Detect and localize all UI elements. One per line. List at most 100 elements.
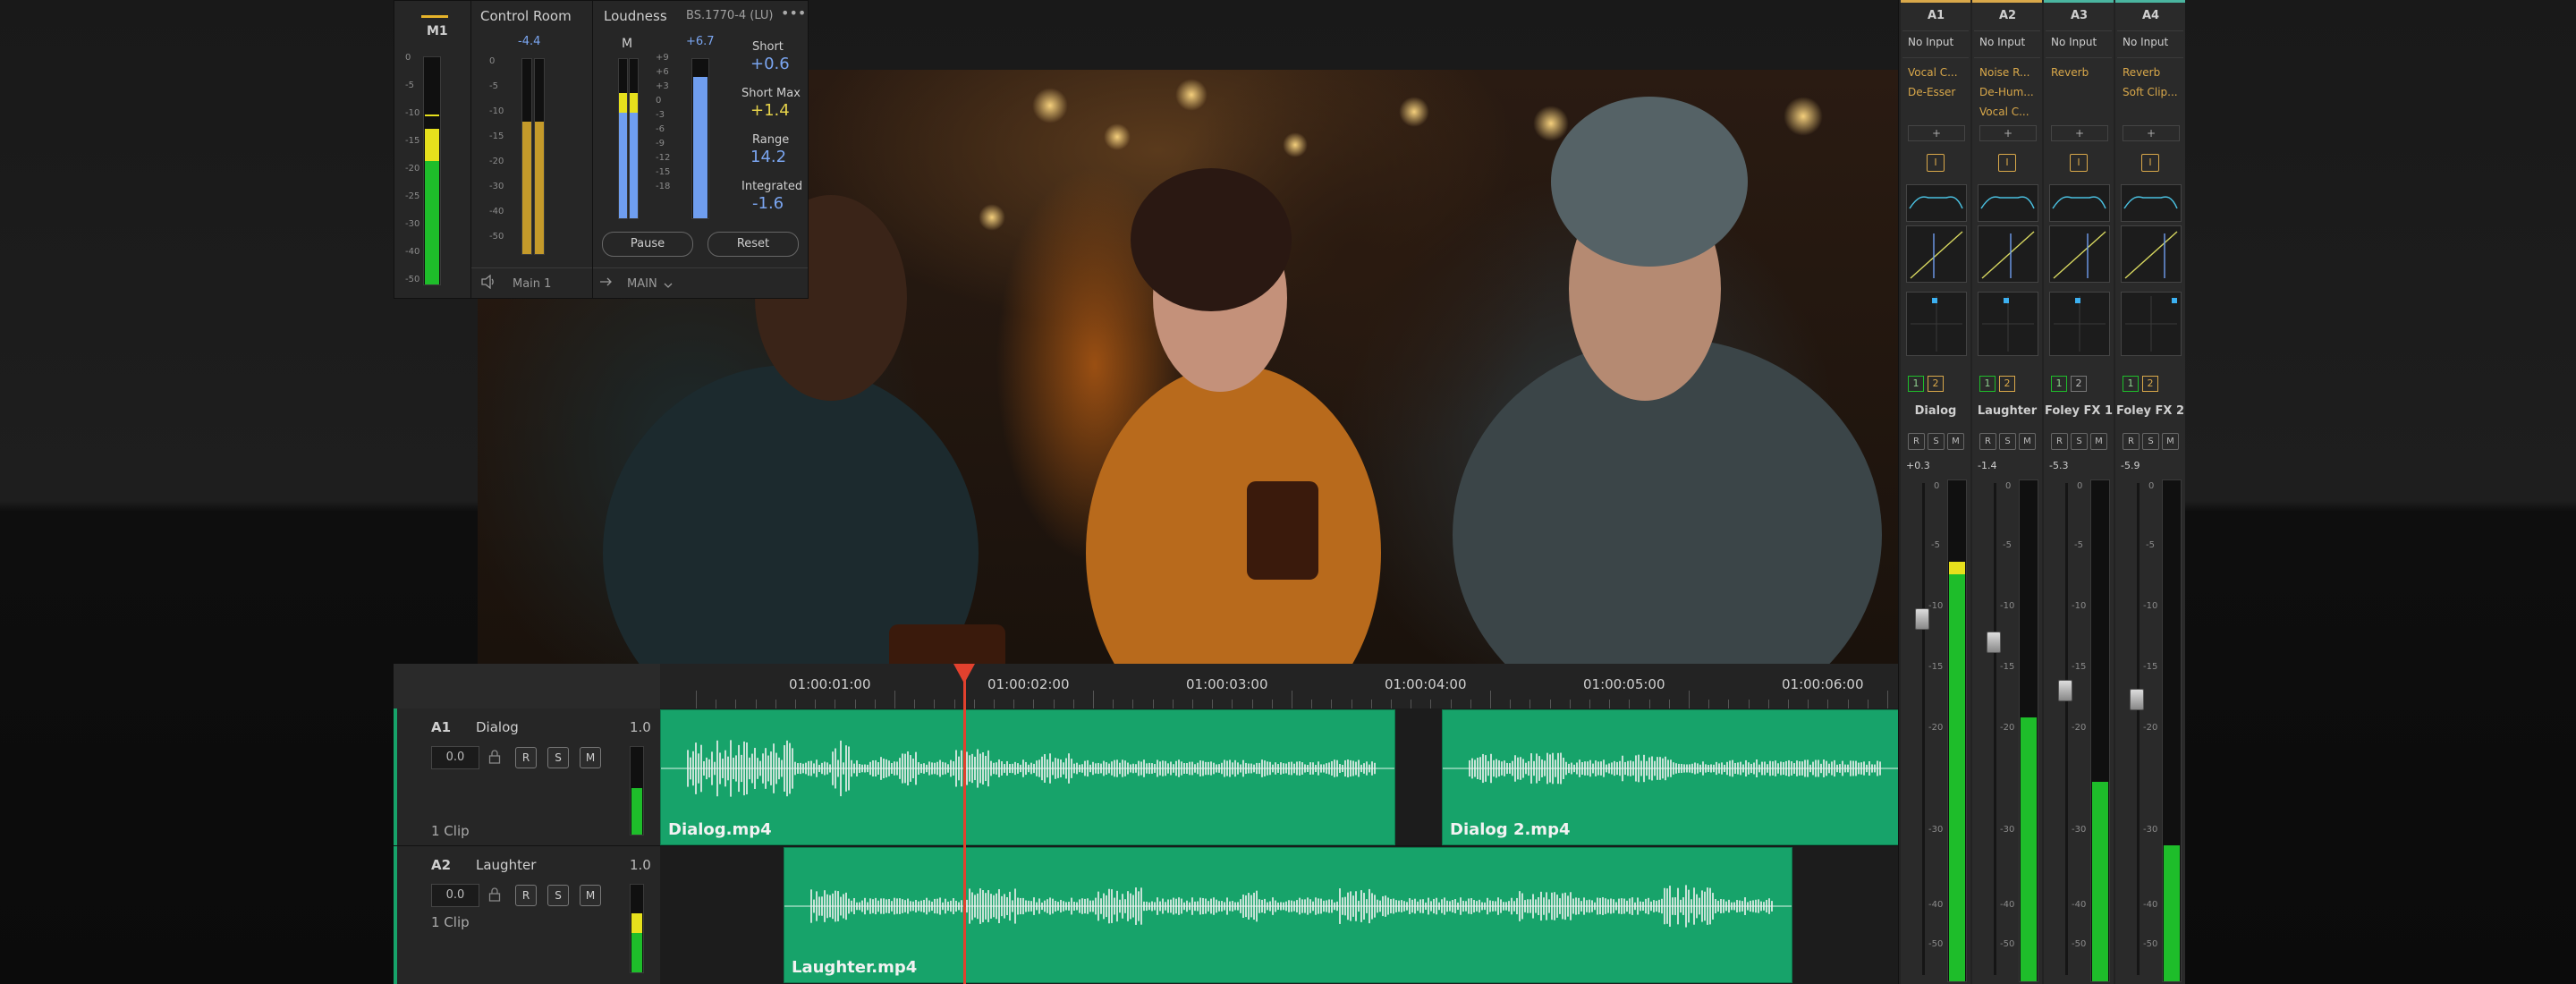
effect-slot[interactable]: Reverb (2123, 66, 2160, 79)
audio-clip-dialog[interactable]: Dialog.mp4 (660, 709, 1395, 845)
track-name[interactable]: Dialog (476, 719, 519, 735)
solo-button[interactable]: S (547, 747, 569, 768)
bus-1-button[interactable]: 1 (2051, 376, 2067, 392)
solo-button[interactable]: S (2142, 433, 2159, 450)
playhead-handle[interactable] (953, 664, 975, 683)
lock-icon[interactable] (488, 887, 501, 902)
fader-track[interactable] (2065, 483, 2068, 975)
eq-thumbnail[interactable] (1978, 184, 2038, 222)
bus-2-button[interactable]: 2 (1928, 376, 1944, 392)
bus-1-button[interactable]: 1 (2123, 376, 2139, 392)
loudness-standard[interactable]: BS.1770-4 (LU) (686, 9, 774, 22)
output-label[interactable]: Main 1 (513, 277, 551, 291)
pan-thumbnail[interactable] (1978, 292, 2038, 356)
solo-button[interactable]: S (2071, 433, 2088, 450)
fader-scale-label: 0 (2005, 481, 2012, 491)
add-effect-button[interactable]: + (2051, 125, 2108, 141)
route-label[interactable]: MAIN (627, 277, 657, 291)
strip-name[interactable]: Dialog (1901, 404, 1970, 418)
meter-scale-label: -5 (405, 81, 414, 90)
dynamics-thumbnail[interactable] (2121, 225, 2182, 283)
effect-slot[interactable]: Noise R... (1979, 66, 2029, 79)
bus-2-button[interactable]: 2 (2142, 376, 2158, 392)
record-arm-button[interactable]: R (2123, 433, 2140, 450)
track-volume[interactable]: 1.0 (630, 719, 651, 735)
fader-scale-label: 0 (2148, 481, 2155, 491)
effect-slot[interactable]: Vocal C... (1979, 106, 2029, 118)
fader-handle[interactable] (1987, 632, 2001, 653)
dynamics-thumbnail[interactable] (1906, 225, 1967, 283)
audio-clip-dialog-2[interactable]: Dialog 2.mp4 (1442, 709, 1899, 845)
track-header-a2[interactable]: A2 Laughter 1.0 0.0 R S M 1 Clip (394, 846, 661, 984)
ruler-tick (994, 700, 995, 708)
track-header-a1[interactable]: A1 Dialog 1.0 0.0 R S M 1 Clip (394, 708, 661, 846)
strip-name[interactable]: Foley FX 1 (2044, 404, 2114, 418)
record-arm-button[interactable]: R (1979, 433, 1996, 450)
mute-button[interactable]: M (580, 885, 601, 906)
mute-button[interactable]: M (2019, 433, 2036, 450)
add-effect-button[interactable]: + (2123, 125, 2180, 141)
reset-button[interactable]: Reset (708, 232, 799, 257)
effect-slot[interactable]: De-Hum... (1979, 86, 2034, 98)
strip-meter (2162, 479, 2182, 982)
fader-track[interactable] (2137, 483, 2140, 975)
add-effect-button[interactable]: + (1979, 125, 2037, 141)
bus-1-button[interactable]: 1 (1979, 376, 1996, 392)
fader-track[interactable] (1994, 483, 1996, 975)
insert-button[interactable]: I (2070, 154, 2088, 172)
record-arm-button[interactable]: R (515, 747, 537, 768)
solo-button[interactable]: S (1999, 433, 2016, 450)
mute-button[interactable]: M (580, 747, 601, 768)
playhead[interactable] (963, 664, 966, 984)
track-volume[interactable]: 1.0 (630, 857, 651, 873)
mute-button[interactable]: M (1947, 433, 1964, 450)
track-gain-field[interactable]: 0.0 (431, 746, 479, 769)
more-options-icon[interactable]: ••• (781, 4, 806, 21)
record-arm-button[interactable]: R (2051, 433, 2068, 450)
timecode-ruler[interactable]: 01:00:01:00 01:00:02:00 01:00:03:00 01:0… (660, 664, 1909, 709)
fader-track[interactable] (1922, 483, 1925, 975)
pan-thumbnail[interactable] (2049, 292, 2110, 356)
fader-scale-label: -15 (1928, 662, 1944, 672)
effect-slot[interactable]: Reverb (2051, 66, 2089, 79)
lock-icon[interactable] (488, 750, 501, 764)
effect-slot[interactable]: Soft Clip... (2123, 86, 2178, 98)
dynamics-thumbnail[interactable] (2049, 225, 2110, 283)
record-arm-button[interactable]: R (515, 885, 537, 906)
effect-slot[interactable]: De-Esser (1908, 86, 1955, 98)
insert-button[interactable]: I (1998, 154, 2016, 172)
effect-slot[interactable]: Vocal C... (1908, 66, 1958, 79)
input-select[interactable]: No Input (2051, 36, 2097, 48)
fader-handle[interactable] (1915, 608, 1929, 630)
pause-button[interactable]: Pause (602, 232, 693, 257)
bus-2-button[interactable]: 2 (2071, 376, 2087, 392)
speaker-icon[interactable] (480, 274, 496, 290)
audio-clip-laughter[interactable]: Laughter.mp4 (784, 847, 1792, 983)
add-effect-button[interactable]: + (1908, 125, 1965, 141)
fader-handle[interactable] (2058, 680, 2072, 701)
pan-thumbnail[interactable] (1906, 292, 1967, 356)
strip-name[interactable]: Foley FX 2 (2115, 404, 2185, 418)
strip-name[interactable]: Laughter (1972, 404, 2042, 418)
bus-2-button[interactable]: 2 (1999, 376, 2015, 392)
chevron-down-icon[interactable] (663, 277, 674, 288)
eq-thumbnail[interactable] (2049, 184, 2110, 222)
insert-button[interactable]: I (1927, 154, 1945, 172)
pan-thumbnail[interactable] (2121, 292, 2182, 356)
input-select[interactable]: No Input (2123, 36, 2168, 48)
input-select[interactable]: No Input (1908, 36, 1953, 48)
mute-button[interactable]: M (2090, 433, 2107, 450)
eq-thumbnail[interactable] (2121, 184, 2182, 222)
mute-button[interactable]: M (2162, 433, 2179, 450)
dynamics-thumbnail[interactable] (1978, 225, 2038, 283)
track-name[interactable]: Laughter (476, 857, 536, 873)
solo-button[interactable]: S (1928, 433, 1945, 450)
eq-thumbnail[interactable] (1906, 184, 1967, 222)
solo-button[interactable]: S (547, 885, 569, 906)
record-arm-button[interactable]: R (1908, 433, 1925, 450)
track-gain-field[interactable]: 0.0 (431, 884, 479, 907)
bus-1-button[interactable]: 1 (1908, 376, 1924, 392)
insert-button[interactable]: I (2141, 154, 2159, 172)
fader-handle[interactable] (2130, 689, 2144, 710)
input-select[interactable]: No Input (1979, 36, 2025, 48)
